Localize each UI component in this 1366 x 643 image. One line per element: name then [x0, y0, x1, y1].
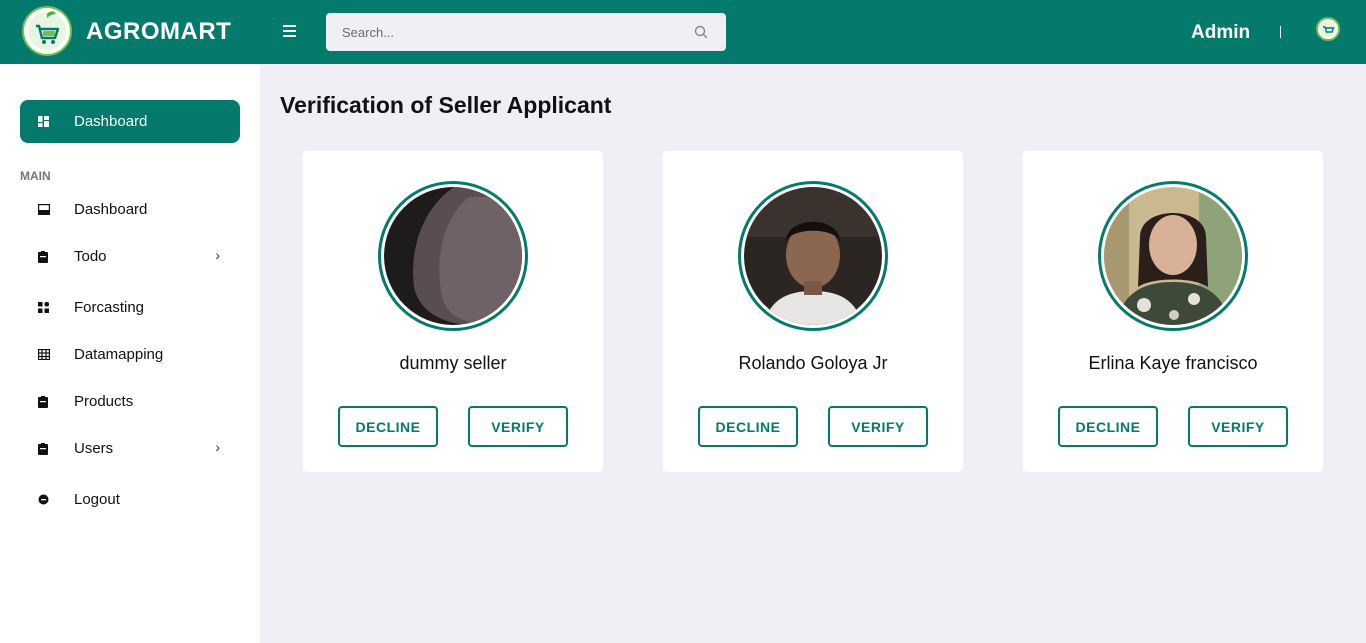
sidebar-item-forcasting[interactable]: Forcasting: [20, 293, 240, 323]
decline-button[interactable]: DECLINE: [338, 406, 438, 447]
applicant-name: Erlina Kaye francisco: [1088, 353, 1258, 373]
sidebar-item-logout[interactable]: Logout: [20, 485, 240, 515]
search-icon[interactable]: [694, 25, 708, 39]
admin-label[interactable]: Admin: [1191, 22, 1250, 44]
sidebar-item-dashboard[interactable]: Dashboard: [20, 195, 240, 225]
decline-button[interactable]: DECLINE: [1058, 406, 1158, 447]
applicant-card: Erlina Kaye francisco DECLINE VERIFY: [1023, 151, 1323, 472]
sidebar-item-label: Datamapping: [74, 346, 164, 363]
agromart-logo[interactable]: [22, 6, 72, 56]
search-input[interactable]: [326, 13, 686, 51]
sidebar: Dashboard MAIN Dashboard Todo › Forcasti…: [0, 64, 260, 643]
applicant-photo: [738, 181, 888, 331]
chevron-right-icon[interactable]: ›: [215, 247, 220, 263]
sidebar-item-label: Todo: [74, 248, 107, 265]
user-avatar[interactable]: [1316, 17, 1340, 41]
verify-button[interactable]: VERIFY: [1188, 406, 1288, 447]
applicant-photo: [1098, 181, 1248, 331]
grid-icon: [38, 302, 49, 313]
search-box: [326, 13, 726, 51]
sidebar-item-dashboard-active[interactable]: Dashboard: [20, 100, 240, 143]
applicant-name: dummy seller: [399, 353, 507, 373]
inbox-icon: [38, 204, 50, 215]
applicant-card: Rolando Goloya Jr DECLINE VERIFY: [663, 151, 963, 472]
verify-button[interactable]: VERIFY: [828, 406, 928, 447]
table-icon: [38, 349, 50, 360]
applicant-photo: [378, 181, 528, 331]
page-title: Verification of Seller Applicant: [280, 92, 612, 118]
sidebar-item-todo[interactable]: Todo ›: [20, 242, 240, 272]
sidebar-item-label: Products: [74, 393, 134, 410]
logout-icon: [38, 494, 49, 505]
section-label-main: MAIN: [20, 169, 51, 183]
top-bar: AGROMART Admin: [0, 0, 1366, 64]
clipboard-icon: [38, 443, 48, 455]
sidebar-item-datamapping[interactable]: Datamapping: [20, 340, 240, 370]
chevron-right-icon[interactable]: ›: [215, 439, 220, 455]
sidebar-item-users[interactable]: Users ›: [20, 434, 240, 464]
decline-button[interactable]: DECLINE: [698, 406, 798, 447]
sidebar-item-label: Forcasting: [74, 299, 145, 316]
sidebar-item-label: Users: [74, 440, 114, 457]
sidebar-item-label: Dashboard: [74, 201, 148, 218]
applicant-name: Rolando Goloya Jr: [738, 353, 888, 373]
sidebar-item-label: Dashboard: [74, 113, 148, 130]
applicant-card: dummy seller DECLINE VERIFY: [303, 151, 603, 472]
dashboard-icon: [38, 116, 49, 127]
clipboard-icon: [38, 251, 48, 263]
header-divider: [1280, 26, 1281, 38]
sidebar-item-products[interactable]: Products: [20, 387, 240, 417]
brand-name: AGROMART: [86, 18, 232, 45]
sidebar-item-label: Logout: [74, 491, 120, 508]
clipboard-icon: [38, 396, 48, 408]
verify-button[interactable]: VERIFY: [468, 406, 568, 447]
menu-toggle-icon[interactable]: [280, 22, 300, 42]
